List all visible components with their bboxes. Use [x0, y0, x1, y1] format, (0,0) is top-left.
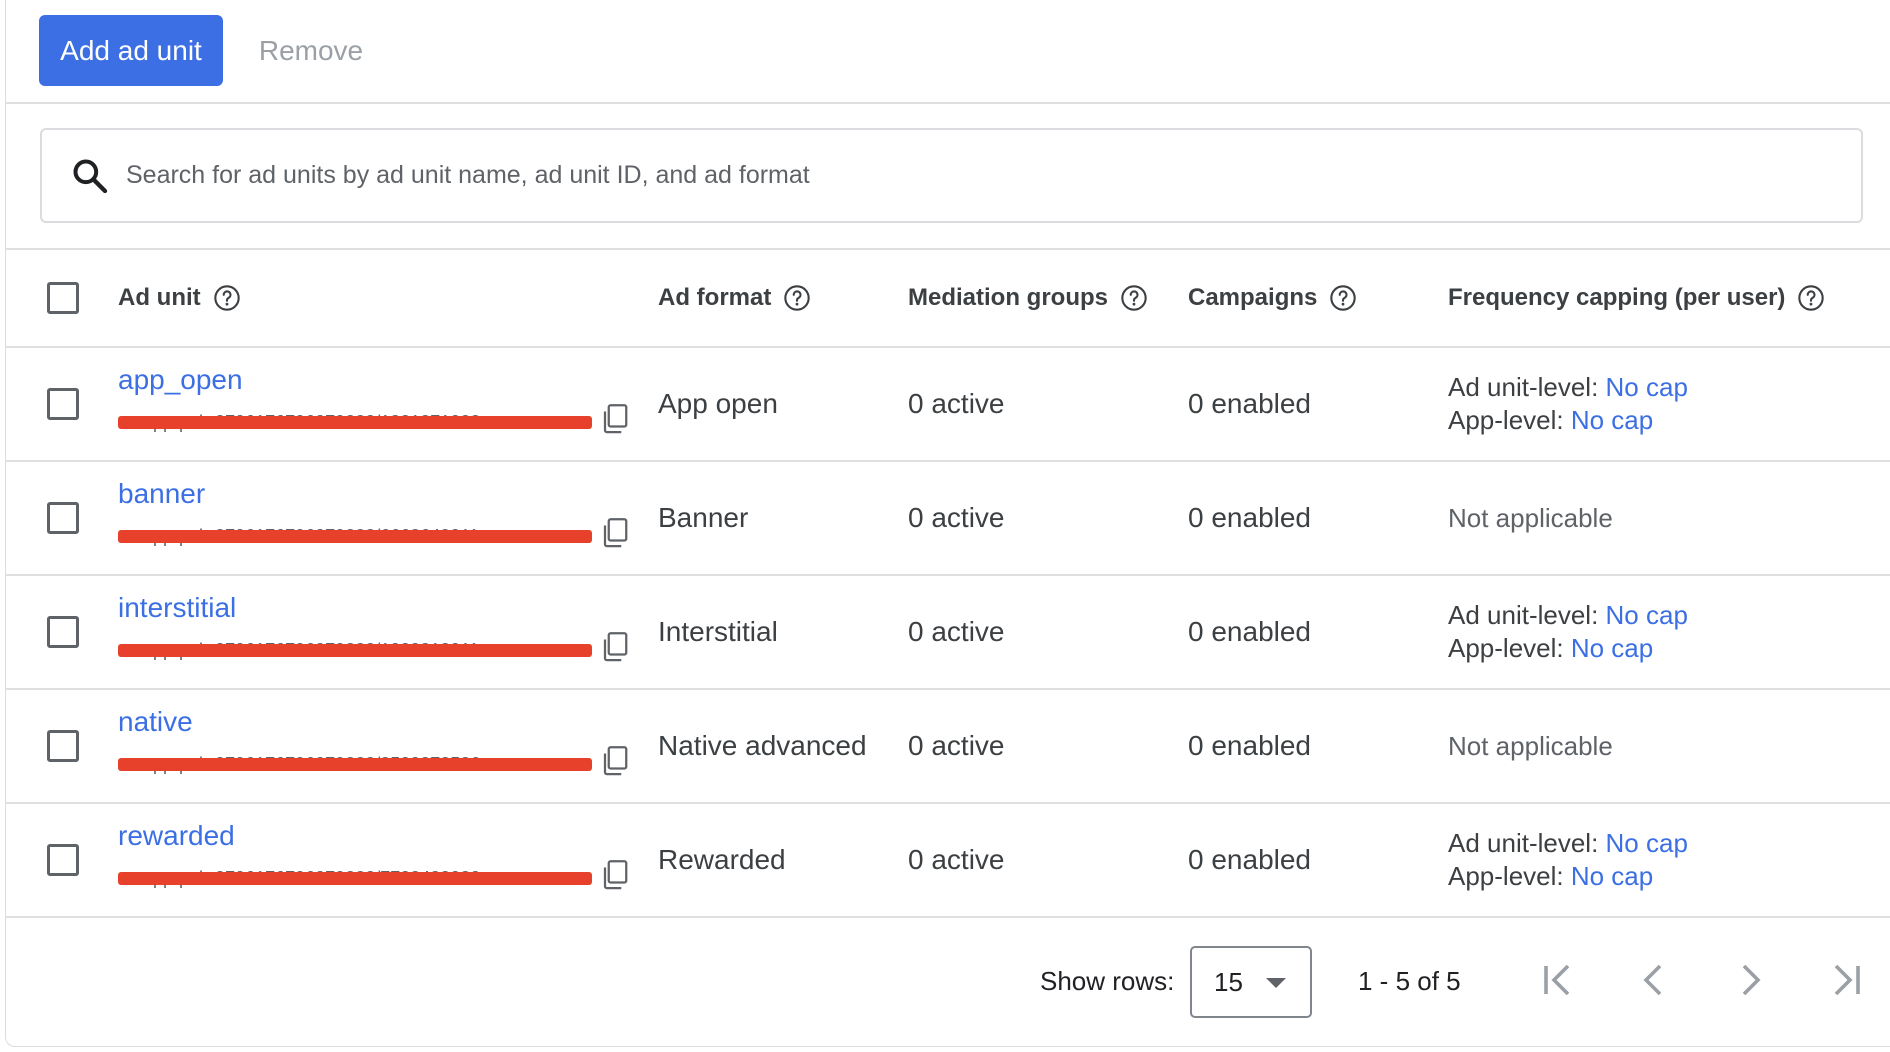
- campaigns-cell: 0 enabled: [1188, 502, 1312, 533]
- ad-unit-cell: native ca-app-pub-3796176796079222/85080…: [118, 706, 628, 792]
- redaction-mark: [118, 416, 592, 429]
- freq-unit-label: Ad unit-level:: [1448, 828, 1606, 858]
- copy-icon[interactable]: [600, 516, 630, 550]
- row-checkbox[interactable]: [47, 502, 79, 534]
- help-circle-icon[interactable]: [1120, 284, 1148, 312]
- ad-units-card: Add ad unit Remove Ad unit Ad format: [5, 0, 1890, 1047]
- redaction-mark: [118, 758, 592, 771]
- frequency-capping-cell: Ad unit-level: No cap App-level: No cap: [1448, 371, 1688, 437]
- frequency-capping-cell: Ad unit-level: No cap App-level: No cap: [1448, 827, 1688, 893]
- column-header-label: Ad format: [658, 284, 772, 311]
- ad-unit-cell: rewarded ca-app-pub-3796176796079222/770…: [118, 820, 628, 906]
- table-row: native ca-app-pub-3796176796079222/85080…: [6, 690, 1890, 804]
- campaigns-cell: 0 enabled: [1188, 844, 1312, 875]
- redaction-mark: [118, 644, 592, 657]
- search-input[interactable]: [126, 145, 1861, 206]
- ad-format-cell: Native advanced: [658, 730, 867, 761]
- freq-unit-label: Ad unit-level:: [1448, 372, 1606, 402]
- table-body: app_open ca-app-pub-3796176796079222/182…: [6, 348, 1890, 918]
- ad-units-table: Ad unit Ad format Mediation groups Campa…: [6, 250, 1890, 918]
- ad-unit-cell: app_open ca-app-pub-3796176796079222/182…: [118, 364, 628, 450]
- column-header-frequency-capping: Frequency capping (per user): [1448, 284, 1825, 312]
- freq-unit-link[interactable]: No cap: [1606, 600, 1688, 630]
- select-all-checkbox[interactable]: [47, 282, 79, 314]
- chevron-right-icon[interactable]: [1726, 956, 1774, 1004]
- freq-app-link[interactable]: No cap: [1571, 861, 1653, 891]
- column-header-label: Mediation groups: [908, 284, 1108, 311]
- ad-unit-cell: interstitial ca-app-pub-3796176796079222…: [118, 592, 628, 678]
- ad-format-cell: Banner: [658, 502, 749, 533]
- campaigns-cell: 0 enabled: [1188, 388, 1312, 419]
- ad-unit-name-link[interactable]: rewarded: [118, 820, 628, 852]
- freq-unit-link[interactable]: No cap: [1606, 372, 1688, 402]
- show-rows-label: Show rows:: [1040, 966, 1175, 996]
- freq-unit-label: Ad unit-level:: [1448, 600, 1606, 630]
- frequency-capping-cell: Ad unit-level: No cap App-level: No cap: [1448, 599, 1688, 665]
- table-row: rewarded ca-app-pub-3796176796079222/770…: [6, 804, 1890, 918]
- chevron-left-icon[interactable]: [1630, 956, 1678, 1004]
- caret-down-icon: [1266, 978, 1286, 988]
- pagination-footer: Show rows: 15 1 - 5 of 5: [6, 918, 1890, 1047]
- row-checkbox[interactable]: [47, 388, 79, 420]
- redaction-mark: [118, 530, 592, 543]
- copy-icon[interactable]: [600, 630, 630, 664]
- add-ad-unit-button[interactable]: Add ad unit: [39, 15, 223, 86]
- mediation-groups-cell: 0 active: [908, 616, 1005, 647]
- table-row: app_open ca-app-pub-3796176796079222/182…: [6, 348, 1890, 462]
- table-header-row: Ad unit Ad format Mediation groups Campa…: [6, 250, 1890, 348]
- campaigns-cell: 0 enabled: [1188, 730, 1312, 761]
- search-icon: [73, 159, 108, 193]
- column-header-label: Frequency capping (per user): [1448, 284, 1786, 311]
- row-checkbox[interactable]: [47, 844, 79, 876]
- freq-unit-link[interactable]: No cap: [1606, 828, 1688, 858]
- toolbar: Add ad unit Remove: [6, 0, 1890, 104]
- help-circle-icon[interactable]: [783, 284, 811, 312]
- rows-per-page-value: 15: [1214, 966, 1243, 997]
- row-checkbox[interactable]: [47, 616, 79, 648]
- mediation-groups-cell: 0 active: [908, 844, 1005, 875]
- copy-icon[interactable]: [600, 858, 630, 892]
- freq-app-link[interactable]: No cap: [1571, 633, 1653, 663]
- column-header-campaigns: Campaigns: [1188, 284, 1357, 312]
- column-header-ad-unit: Ad unit: [118, 284, 241, 312]
- ad-unit-name-link[interactable]: app_open: [118, 364, 628, 396]
- ad-unit-cell: banner ca-app-pub-3796176796079222/66686…: [118, 478, 628, 564]
- rows-per-page-select[interactable]: 15: [1190, 946, 1312, 1018]
- table-row: banner ca-app-pub-3796176796079222/66686…: [6, 462, 1890, 576]
- campaigns-cell: 0 enabled: [1188, 616, 1312, 647]
- mediation-groups-cell: 0 active: [908, 388, 1005, 419]
- help-circle-icon[interactable]: [1797, 284, 1825, 312]
- ad-unit-name-link[interactable]: native: [118, 706, 628, 738]
- help-circle-icon[interactable]: [213, 284, 241, 312]
- column-header-label: Campaigns: [1188, 284, 1318, 311]
- copy-icon[interactable]: [600, 402, 630, 436]
- redaction-mark: [118, 872, 592, 885]
- last-page-icon[interactable]: [1822, 956, 1870, 1004]
- ad-unit-name-link[interactable]: interstitial: [118, 592, 628, 624]
- column-header-label: Ad unit: [118, 284, 201, 311]
- ad-format-cell: App open: [658, 388, 778, 419]
- pagination-range: 1 - 5 of 5: [1358, 966, 1461, 996]
- column-header-mediation-groups: Mediation groups: [908, 284, 1148, 312]
- help-circle-icon[interactable]: [1329, 284, 1357, 312]
- table-row: interstitial ca-app-pub-3796176796079222…: [6, 576, 1890, 690]
- search-box[interactable]: [40, 128, 1863, 223]
- freq-app-label: App-level:: [1448, 861, 1571, 891]
- freq-app-link[interactable]: No cap: [1571, 405, 1653, 435]
- first-page-icon[interactable]: [1534, 956, 1582, 1004]
- row-checkbox[interactable]: [47, 730, 79, 762]
- ad-format-cell: Interstitial: [658, 616, 778, 647]
- column-header-ad-format: Ad format: [658, 284, 811, 312]
- ad-unit-name-link[interactable]: banner: [118, 478, 628, 510]
- copy-icon[interactable]: [600, 744, 630, 778]
- remove-button[interactable]: Remove: [256, 15, 366, 86]
- mediation-groups-cell: 0 active: [908, 502, 1005, 533]
- freq-app-label: App-level:: [1448, 633, 1571, 663]
- search-area: [6, 104, 1890, 250]
- frequency-capping-cell: Not applicable: [1448, 730, 1613, 761]
- freq-app-label: App-level:: [1448, 405, 1571, 435]
- frequency-capping-cell: Not applicable: [1448, 502, 1613, 533]
- ad-format-cell: Rewarded: [658, 844, 786, 875]
- mediation-groups-cell: 0 active: [908, 730, 1005, 761]
